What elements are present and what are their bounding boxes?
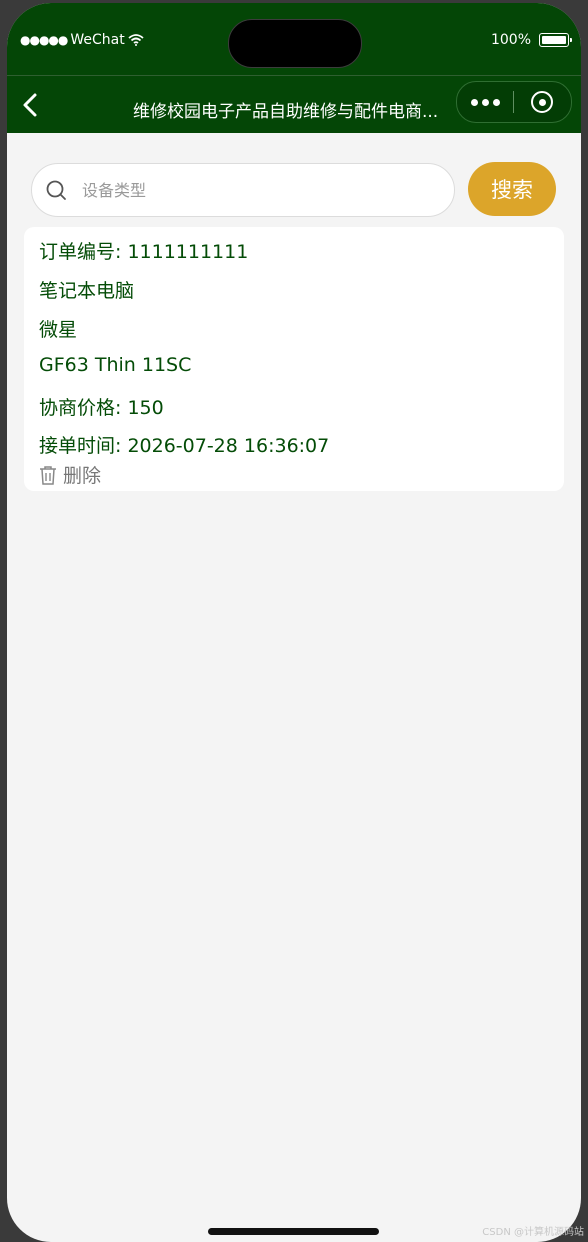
search-button[interactable]: 搜索 <box>468 162 556 216</box>
watermark: CSDN @计算机源码站 <box>482 1227 584 1238</box>
brand-name: 微星 <box>39 319 78 341</box>
signal-strength: ●●●●● <box>20 33 68 47</box>
model-name: GF63 Thin 11SC <box>39 354 192 376</box>
battery-icon <box>539 33 572 47</box>
phone-screen: ●●●●● WeChat 100% 维修校园电子产品自助维修与配件电商... 设… <box>7 3 581 1242</box>
order-number: 订单编号: 1111111111 <box>39 241 249 263</box>
delete-button[interactable]: 删除 <box>39 461 101 488</box>
delete-label: 删除 <box>63 465 102 487</box>
wifi-icon <box>128 34 144 46</box>
accept-time: 接单时间: 2026-07-28 16:36:07 <box>39 435 330 457</box>
search-box <box>31 163 455 217</box>
search-icon <box>46 180 66 200</box>
page-title: 维修校园电子产品自助维修与配件电商... <box>133 102 439 122</box>
battery-percent: 100% <box>490 32 531 48</box>
mini-program-capsule <box>456 81 572 123</box>
chevron-left-icon[interactable] <box>17 91 45 119</box>
more-dots-icon[interactable] <box>457 98 513 106</box>
trash-icon <box>40 465 56 485</box>
negotiated-price: 协商价格: 150 <box>39 397 164 419</box>
carrier-name: WeChat <box>70 32 125 48</box>
search-input[interactable] <box>80 179 424 201</box>
nav-divider <box>7 75 581 76</box>
order-card[interactable]: 订单编号: 1111111111 笔记本电脑 微星 GF63 Thin 11SC… <box>24 227 564 491</box>
home-indicator <box>208 1228 379 1235</box>
target-circle-icon[interactable] <box>514 91 570 113</box>
top-bar: ●●●●● WeChat 100% 维修校园电子产品自助维修与配件电商... <box>7 3 581 133</box>
device-type: 笔记本电脑 <box>39 280 135 302</box>
status-bar-right: 100% <box>490 32 572 48</box>
status-bar-left: ●●●●● WeChat <box>20 32 144 48</box>
dynamic-island <box>228 19 362 68</box>
